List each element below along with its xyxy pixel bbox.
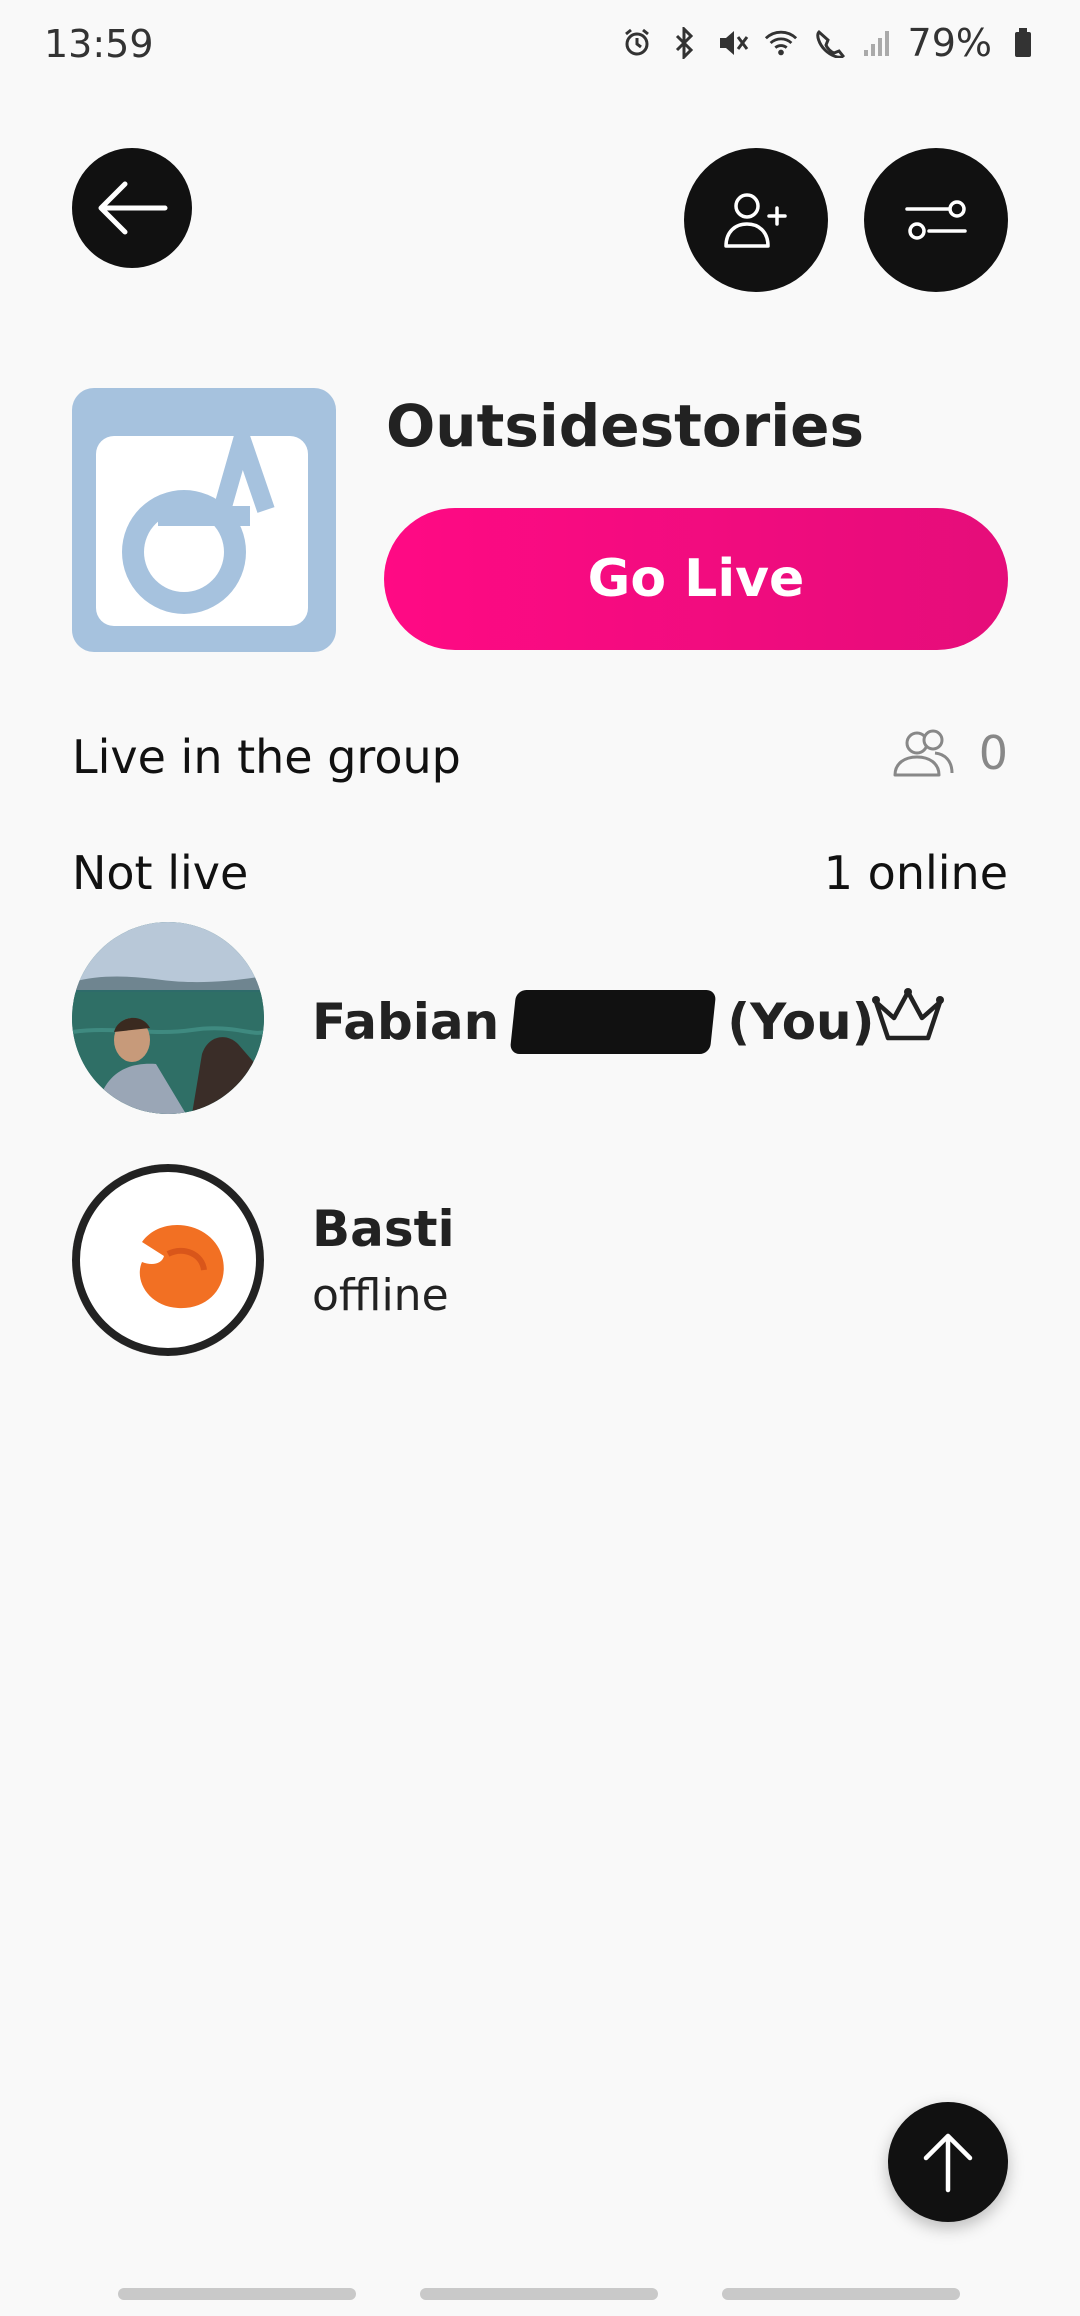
alarm-icon — [620, 26, 654, 60]
wifi-calling-icon — [812, 26, 846, 60]
arrow-up-icon — [923, 2133, 973, 2193]
wifi-icon — [764, 26, 798, 60]
nav-pill-center[interactable] — [420, 2288, 658, 2300]
live-section-label: Live in the group — [72, 730, 461, 784]
bluetooth-icon — [668, 26, 702, 60]
add-member-button[interactable] — [684, 148, 828, 292]
sliders-icon — [905, 200, 967, 240]
system-nav-bar — [0, 2282, 1080, 2316]
member-name-fabian[interactable]: Fabian (You) — [312, 990, 875, 1054]
mute-icon — [716, 26, 750, 60]
battery-percent: 79% — [907, 21, 992, 65]
crown-icon — [872, 988, 944, 1041]
you-tag: (You) — [727, 993, 875, 1051]
status-icons: 79% — [620, 20, 1040, 66]
group-name: Outsidestories — [386, 392, 865, 460]
online-count-label: 1 online — [823, 846, 1008, 900]
nav-pill-right[interactable] — [722, 2288, 960, 2300]
live-count-indicator: 0 — [891, 726, 1008, 780]
settings-button[interactable] — [864, 148, 1008, 292]
go-live-button[interactable]: Go Live — [384, 508, 1008, 650]
live-count: 0 — [978, 726, 1008, 780]
not-live-label: Not live — [72, 846, 249, 900]
member-avatar[interactable] — [72, 1164, 264, 1356]
arrow-left-icon — [98, 181, 168, 235]
member-avatar[interactable] — [72, 922, 264, 1114]
scroll-to-top-button[interactable] — [888, 2102, 1008, 2222]
battery-icon — [1006, 26, 1040, 60]
signal-icon — [860, 26, 894, 60]
member-first-name: Fabian — [312, 993, 500, 1051]
person-add-icon — [724, 193, 787, 248]
status-bar: 13:59 79% — [0, 0, 1080, 90]
member-name-basti[interactable]: Basti — [312, 1200, 455, 1258]
people-icon — [893, 729, 954, 777]
member-status: offline — [312, 1270, 449, 1321]
group-logo — [72, 388, 336, 652]
nav-pill-left[interactable] — [118, 2288, 356, 2300]
status-time: 13:59 — [44, 22, 154, 66]
redacted-surname — [509, 990, 717, 1054]
back-button[interactable] — [72, 148, 192, 268]
